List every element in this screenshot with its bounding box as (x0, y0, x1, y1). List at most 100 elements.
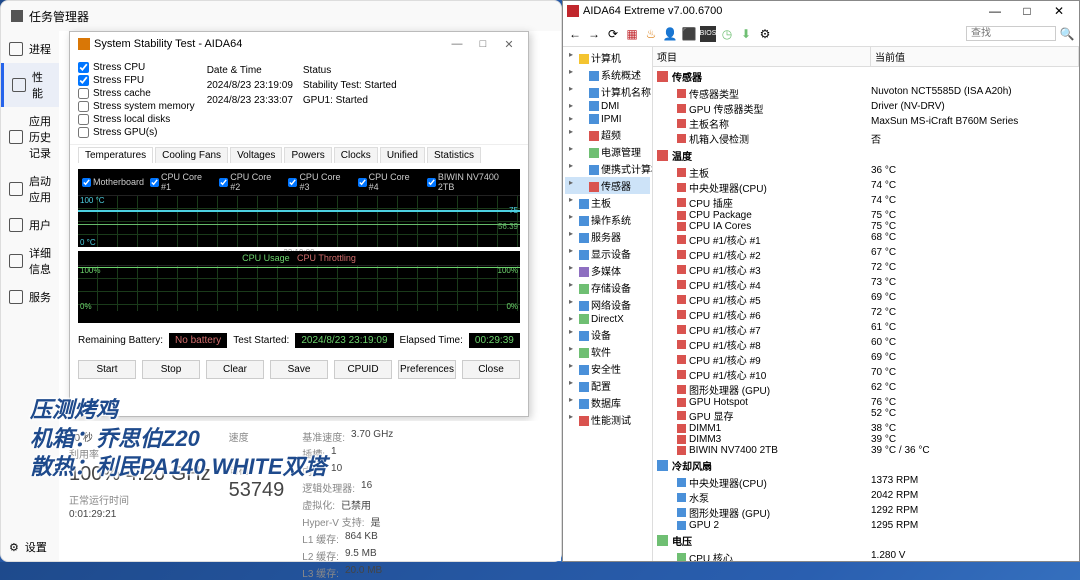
stress-check[interactable]: Stress local disks (78, 114, 195, 125)
stop-button[interactable]: Stop (142, 360, 200, 379)
nav-item-0[interactable]: 进程 (1, 35, 59, 63)
tree-item[interactable]: 计算机名称 (565, 83, 650, 100)
sensor-row[interactable]: DIMM339 °C (653, 434, 1079, 445)
tree-item[interactable]: 多媒体 (565, 262, 650, 279)
stability-tab[interactable]: Unified (380, 147, 425, 163)
stress-check[interactable]: Stress FPU (78, 75, 195, 86)
nav-item-2[interactable]: 应用历史记录 (1, 107, 59, 167)
search-icon[interactable]: 🔍 (1059, 26, 1075, 42)
tree-item[interactable]: 服务器 (565, 228, 650, 245)
nav-item-6[interactable]: 服务 (1, 283, 59, 311)
tool-icon[interactable]: 👤 (662, 26, 678, 42)
sensor-row[interactable]: 主板36 °C (653, 165, 1079, 180)
tree-item[interactable]: 超频 (565, 126, 650, 143)
maximize-icon[interactable]: □ (1011, 1, 1043, 21)
tree-item[interactable]: 网络设备 (565, 296, 650, 313)
stability-tab[interactable]: Temperatures (78, 147, 153, 163)
sensor-row[interactable]: 中央处理器(CPU)1373 RPM (653, 475, 1079, 490)
tree-item[interactable]: 设备 (565, 326, 650, 343)
tree-item[interactable]: 系统概述 (565, 66, 650, 83)
plot-series-check[interactable]: BIWIN NV7400 2TB (427, 172, 516, 192)
sensor-row[interactable]: 水泵2042 RPM (653, 490, 1079, 505)
sensor-row[interactable]: CPU #1/核心 #168 °C (653, 232, 1079, 247)
plot-series-check[interactable]: CPU Core #3 (288, 172, 351, 192)
sensor-row[interactable]: GPU 21295 RPM (653, 520, 1079, 531)
stability-tab[interactable]: Voltages (230, 147, 282, 163)
clear-button[interactable]: Clear (206, 360, 264, 379)
close-button[interactable]: Close (462, 360, 520, 379)
tree-item[interactable]: 安全性 (565, 360, 650, 377)
sensor-row[interactable]: 传感器类型Nuvoton NCT5585D (ISA A20h) (653, 86, 1079, 101)
tree-item[interactable]: IPMI (565, 113, 650, 126)
stability-tab[interactable]: Clocks (334, 147, 378, 163)
close-icon[interactable]: ✕ (1043, 1, 1075, 21)
save-button[interactable]: Save (270, 360, 328, 379)
sensor-row[interactable]: CPU 插座74 °C (653, 195, 1079, 210)
stress-check[interactable]: Stress GPU(s) (78, 127, 195, 138)
sensor-row[interactable]: 机箱入侵检测否 (653, 131, 1079, 146)
tree-item[interactable]: 显示设备 (565, 245, 650, 262)
navigation-tree[interactable]: 计算机系统概述计算机名称DMIIPMI超频电源管理便携式计算机传感器主板操作系统… (563, 47, 653, 561)
stability-tab[interactable]: Powers (284, 147, 331, 163)
aida-titlebar[interactable]: AIDA64 Extreme v7.00.6700 — □ ✕ (563, 1, 1079, 21)
cpuid-button[interactable]: CPUID (334, 360, 392, 379)
sensor-row[interactable]: GPU Hotspot76 °C (653, 397, 1079, 408)
back-icon[interactable]: ← (567, 26, 583, 42)
sensor-row[interactable]: 中央处理器(CPU)74 °C (653, 180, 1079, 195)
forward-icon[interactable]: → (586, 26, 602, 42)
close-icon[interactable]: ✕ (498, 38, 520, 51)
tree-item[interactable]: DirectX (565, 313, 650, 326)
refresh-icon[interactable]: ⟳ (605, 26, 621, 42)
stability-titlebar[interactable]: System Stability Test - AIDA64 — □ ✕ (70, 32, 528, 56)
sensor-row[interactable]: DIMM138 °C (653, 423, 1079, 434)
tree-item[interactable]: 性能测试 (565, 411, 650, 428)
tool-icon[interactable]: ⬛ (681, 26, 697, 42)
plot-series-check[interactable]: CPU Core #4 (358, 172, 421, 192)
nav-item-1[interactable]: 性能 (1, 63, 59, 107)
sensor-row[interactable]: BIWIN NV7400 2TB39 °C / 36 °C (653, 445, 1079, 456)
nav-item-3[interactable]: 启动应用 (1, 167, 59, 211)
stress-check[interactable]: Stress cache (78, 88, 195, 99)
preferences-button[interactable]: Preferences (398, 360, 456, 379)
sensor-row[interactable]: CPU 核心1.280 V (653, 550, 1079, 561)
sensor-row[interactable]: CPU #1/核心 #1070 °C (653, 367, 1079, 382)
sensor-row[interactable]: CPU #1/核心 #761 °C (653, 322, 1079, 337)
tree-item[interactable]: 主板 (565, 194, 650, 211)
maximize-icon[interactable]: □ (472, 38, 494, 51)
stability-icon[interactable]: ♨ (643, 26, 659, 42)
tree-item[interactable]: 计算机 (565, 49, 650, 66)
sensor-row[interactable]: CPU #1/核心 #473 °C (653, 277, 1079, 292)
report-icon[interactable]: ▦ (624, 26, 640, 42)
sensor-row[interactable]: CPU #1/核心 #860 °C (653, 337, 1079, 352)
download-icon[interactable]: ⬇ (738, 26, 754, 42)
sensor-row[interactable]: CPU #1/核心 #969 °C (653, 352, 1079, 367)
sensor-row[interactable]: 图形处理器 (GPU)62 °C (653, 382, 1079, 397)
tree-item[interactable]: DMI (565, 100, 650, 113)
sensor-row[interactable]: CPU IA Cores75 °C (653, 221, 1079, 232)
clock-icon[interactable]: ◷ (719, 26, 735, 42)
tree-item[interactable]: 电源管理 (565, 143, 650, 160)
stress-check[interactable]: Stress system memory (78, 101, 195, 112)
stability-tab[interactable]: Cooling Fans (155, 147, 228, 163)
sensor-row[interactable]: CPU Package75 °C (653, 210, 1079, 221)
sensor-row[interactable]: CPU #1/核心 #672 °C (653, 307, 1079, 322)
prefs-icon[interactable]: ⚙ (757, 26, 773, 42)
tree-item[interactable]: 便携式计算机 (565, 160, 650, 177)
minimize-icon[interactable]: — (446, 38, 468, 51)
taskmgr-titlebar[interactable]: 任务管理器 (1, 1, 561, 31)
plot-series-check[interactable]: Motherboard (82, 172, 144, 192)
sensor-row[interactable]: GPU 传感器类型Driver (NV-DRV) (653, 101, 1079, 116)
sensor-row[interactable]: 图形处理器 (GPU)1292 RPM (653, 505, 1079, 520)
minimize-icon[interactable]: — (979, 1, 1011, 21)
sensor-row[interactable]: CPU #1/核心 #569 °C (653, 292, 1079, 307)
nav-item-4[interactable]: 用户 (1, 211, 59, 239)
sensor-list[interactable]: 项目 当前值 传感器传感器类型Nuvoton NCT5585D (ISA A20… (653, 47, 1079, 561)
tree-item[interactable]: 数据库 (565, 394, 650, 411)
tree-item[interactable]: 软件 (565, 343, 650, 360)
sensor-row[interactable]: CPU #1/核心 #372 °C (653, 262, 1079, 277)
tree-item[interactable]: 传感器 (565, 177, 650, 194)
sensor-row[interactable]: GPU 显存52 °C (653, 408, 1079, 423)
tree-item[interactable]: 配置 (565, 377, 650, 394)
tree-item[interactable]: 操作系统 (565, 211, 650, 228)
tree-item[interactable]: 存储设备 (565, 279, 650, 296)
